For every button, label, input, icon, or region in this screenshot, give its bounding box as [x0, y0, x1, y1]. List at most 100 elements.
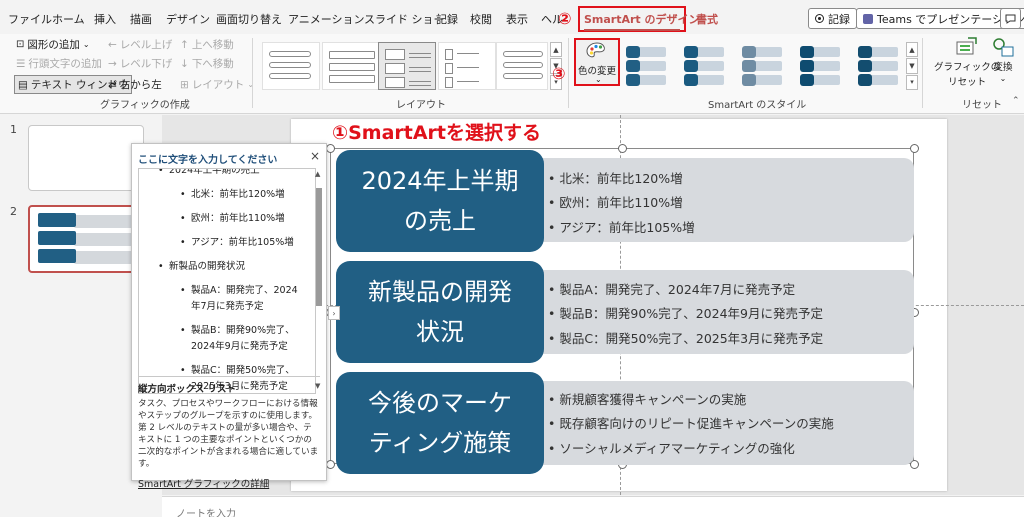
scroll-up-icon[interactable]: ▲ — [315, 170, 320, 178]
step-2-marker: ② — [558, 9, 572, 28]
ribbon-separator — [568, 38, 569, 108]
style-option-5[interactable] — [852, 42, 904, 90]
tab-insert[interactable]: 挿入 — [94, 11, 116, 27]
convert-button[interactable]: 変換 ⌄ — [990, 36, 1016, 83]
move-down-label: 下へ移動 — [191, 58, 234, 70]
list-item-continuation[interactable]: 年7月に発売予定 — [191, 299, 264, 315]
tab-design[interactable]: デザイン — [166, 11, 210, 27]
smartart-help-link[interactable]: SmartArt グラフィックの詳細 — [138, 476, 320, 490]
tab-review[interactable]: 校閲 — [470, 11, 492, 27]
tab-transitions[interactable]: 画面切り替え — [216, 11, 282, 27]
resize-handle[interactable] — [618, 144, 627, 153]
style-gallery-scroll[interactable]: ▲ ▼ ▾ — [906, 42, 918, 90]
text-pane-icon: ▤ — [18, 78, 28, 91]
record-button[interactable]: 記録 — [808, 8, 857, 29]
step-3-marker: ③ — [552, 64, 566, 83]
promote-label: レベル上げ — [119, 39, 173, 51]
style-option-2[interactable] — [678, 42, 730, 90]
smartart-heading-line: 状況 — [416, 318, 464, 346]
list-item[interactable]: 欧州：前年比110%増 — [180, 211, 285, 227]
chevron-down-icon: ⌄ — [247, 80, 255, 89]
layout-option-1[interactable] — [262, 42, 320, 90]
tab-file[interactable]: ファイル — [8, 11, 52, 27]
smartart-heading-box[interactable]: 2024年上半期 の売上 — [336, 150, 544, 252]
layout-option-2[interactable] — [322, 42, 380, 90]
slide-number: 2 — [10, 205, 17, 218]
list-item[interactable]: アジア：前年比105%増 — [180, 235, 294, 251]
smartart-bullet: • 欧州：前年比110%増 — [548, 195, 683, 210]
list-item[interactable]: 2024年上半期の売上 — [158, 169, 260, 179]
gallery-more-icon[interactable]: ▾ — [906, 74, 918, 90]
right-to-left-button[interactable]: ⇄ 右から左 — [108, 77, 162, 92]
gallery-up-icon[interactable]: ▲ — [906, 42, 918, 58]
close-icon[interactable]: × — [310, 149, 320, 163]
layout-button-label: レイアウト — [191, 79, 245, 91]
slide-thumbnail-1[interactable] — [28, 125, 144, 191]
annotation-select-smartart: ①SmartArtを選択する — [332, 122, 542, 144]
collapse-ribbon-icon[interactable]: ⌃ — [1012, 96, 1020, 106]
promote-button[interactable]: ← レベル上げ — [108, 37, 172, 52]
list-item[interactable]: 製品B：開発90%完了、 — [180, 323, 295, 339]
gallery-up-icon[interactable]: ▲ — [550, 42, 562, 58]
tab-slideshow[interactable]: スライド ショー — [364, 11, 445, 27]
resize-handle[interactable] — [910, 144, 919, 153]
tab-format[interactable]: 書式 — [696, 11, 718, 27]
teams-present-button[interactable]: Teams でプレゼンテーション — [856, 8, 1024, 29]
tab-home[interactable]: ホーム — [52, 11, 85, 27]
ribbon: ⊡ 図形の追加 ⌄ ☰ 行頭文字の追加 ▤ テキスト ウィンドウ ← レベル上げ… — [0, 34, 1024, 114]
tab-draw[interactable]: 描画 — [130, 11, 152, 27]
list-item-continuation[interactable]: 2024年9月に発売予定 — [191, 339, 288, 355]
group-label-create: グラフィックの作成 — [100, 100, 190, 111]
list-item[interactable]: 北米：前年比120%増 — [180, 187, 285, 203]
tab-animations[interactable]: アニメーション — [288, 11, 365, 27]
comments-button[interactable] — [1000, 8, 1021, 29]
record-label: 記録 — [828, 12, 850, 26]
teams-icon — [863, 13, 873, 24]
smartart-bullet: • 製品B：開発90%完了、2024年9月に発売予定 — [548, 306, 823, 321]
layout-description-text: タスク、プロセスやワークフローにおける情報やステップのグループを示すのに使用しま… — [138, 399, 319, 469]
layout-option-vertical-box-list[interactable] — [378, 42, 436, 90]
tab-view[interactable]: 表示 — [506, 11, 528, 27]
add-bullet-button[interactable]: ☰ 行頭文字の追加 — [16, 56, 102, 71]
arrow-up-icon: ↑ — [180, 38, 189, 51]
move-up-label: 上へ移動 — [191, 39, 234, 51]
style-option-1[interactable] — [620, 42, 672, 90]
add-shape-button[interactable]: ⊡ 図形の追加 ⌄ — [16, 37, 90, 52]
layout-option-4[interactable] — [438, 42, 496, 90]
tab-smartart-design[interactable]: SmartArt のデザイン — [584, 11, 700, 27]
resize-handle[interactable] — [326, 460, 335, 469]
style-option-3[interactable] — [736, 42, 788, 90]
add-bullet-label: 行頭文字の追加 — [28, 58, 102, 70]
scrollbar-thumb[interactable] — [316, 188, 322, 306]
text-pane-list[interactable]: 2024年上半期の売上 北米：前年比120%増 欧州：前年比110%増 アジア：… — [138, 168, 316, 394]
resize-handle[interactable] — [326, 144, 335, 153]
move-down-button[interactable]: ↓ 下へ移動 — [180, 56, 234, 71]
convert-label: 変換 — [993, 62, 1013, 73]
list-item[interactable]: 製品A：開発完了、2024 — [180, 283, 298, 299]
style-option-4[interactable] — [794, 42, 846, 90]
group-label-layout: レイアウト — [396, 100, 446, 111]
text-pane-toggle[interactable]: › — [328, 306, 340, 320]
convert-icon — [993, 38, 1014, 57]
change-colors-button[interactable]: 色の変更 ⌄ — [574, 38, 620, 86]
group-label-styles: SmartArt のスタイル — [708, 100, 807, 111]
slide-thumbnail-2[interactable] — [28, 205, 144, 273]
smartart-bullet: • 既存顧客向けのリピート促進キャンペーンの実施 — [548, 416, 834, 431]
arrow-right-icon: → — [108, 57, 117, 70]
tab-record[interactable]: 記録 — [436, 11, 458, 27]
move-up-button[interactable]: ↑ 上へ移動 — [180, 37, 234, 52]
layout-option-5[interactable] — [496, 42, 548, 90]
gallery-down-icon[interactable]: ▼ — [906, 58, 918, 74]
notes-pane[interactable]: ノートを入力 — [162, 496, 1024, 517]
smartart-heading-box[interactable]: 今後のマーケ ティング施策 — [336, 372, 544, 474]
smartart-heading-box[interactable]: 新製品の開発 状況 — [336, 261, 544, 363]
list-item[interactable]: 新製品の開発状況 — [158, 259, 245, 275]
layout-icon: ⊞ — [180, 78, 189, 91]
reset-graphic-label-2: リセット — [948, 77, 987, 88]
layout-dropdown-button[interactable]: ⊞ レイアウト ⌄ — [180, 77, 254, 92]
smartart-text-pane: ここに文字を入力してください × 2024年上半期の売上 北米：前年比120%増… — [131, 143, 327, 490]
swap-icon: ⇄ — [108, 78, 117, 91]
demote-button[interactable]: → レベル下げ — [108, 56, 172, 71]
smartart-heading-line: 今後のマーケ — [368, 389, 512, 417]
text-pane-scrollbar[interactable]: ▲ ▼ — [315, 170, 323, 390]
